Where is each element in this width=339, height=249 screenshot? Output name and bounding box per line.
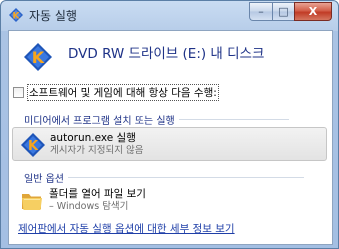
svg-text:K: K <box>13 12 21 22</box>
section-install-heading: 미디어에서 프로그램 설치 또는 실행 <box>24 112 289 127</box>
maximize-button[interactable]: □ <box>271 2 294 21</box>
program-k-icon: K <box>21 133 45 157</box>
window-title: 자동 실행 <box>29 9 77 23</box>
title-bar[interactable]: K 자동 실행 – □ X <box>1 1 338 29</box>
close-button[interactable]: X <box>294 2 332 21</box>
dialog-content: K DVD RW 드라이브 (E:) 내 디스크 소프트웨어 및 게임에 대해 … <box>8 30 333 245</box>
always-do-label[interactable]: 소프트웨어 및 게임에 대해 항상 다음 수행: <box>27 84 219 101</box>
section-general-label: 일반 옵션 <box>24 174 64 185</box>
section-general-heading: 일반 옵션 <box>24 170 304 185</box>
control-panel-link[interactable]: 제어판에서 자동 실행 옵션에 대한 세부 정보 보기 <box>18 221 235 236</box>
svg-text:K: K <box>32 48 45 67</box>
section-divider <box>178 119 289 120</box>
always-do-row[interactable]: 소프트웨어 및 게임에 대해 항상 다음 수행: <box>13 84 219 101</box>
option-run-autorun[interactable]: K autorun.exe 실행 게시자가 지정되지 않음 <box>12 127 327 161</box>
folder-icon <box>22 194 42 210</box>
option-run-autorun-publisher: 게시자가 지정되지 않음 <box>50 145 144 156</box>
autoplay-app-icon: K <box>9 8 23 22</box>
minimize-button[interactable]: – <box>249 2 272 21</box>
drive-title: DVD RW 드라이브 (E:) 내 디스크 <box>68 46 265 62</box>
autoplay-window: K 자동 실행 – □ X K DVD RW 드라이브 (E:) 내 디스크 소… <box>0 0 339 249</box>
section-divider <box>67 177 304 178</box>
section-install-label: 미디어에서 프로그램 설치 또는 실행 <box>24 116 175 127</box>
always-do-checkbox[interactable] <box>13 87 24 98</box>
svg-text:K: K <box>28 139 39 154</box>
close-icon: X <box>308 5 318 18</box>
maximize-icon: □ <box>278 5 289 18</box>
minimize-icon: – <box>258 5 264 18</box>
disc-program-icon: K <box>24 43 52 71</box>
option-open-folder-app: – Windows 탐색기 <box>49 201 129 212</box>
window-controls: – □ X <box>249 2 332 21</box>
option-open-folder[interactable]: 폴더를 열어 파일 보기 – Windows 탐색기 <box>12 184 327 216</box>
